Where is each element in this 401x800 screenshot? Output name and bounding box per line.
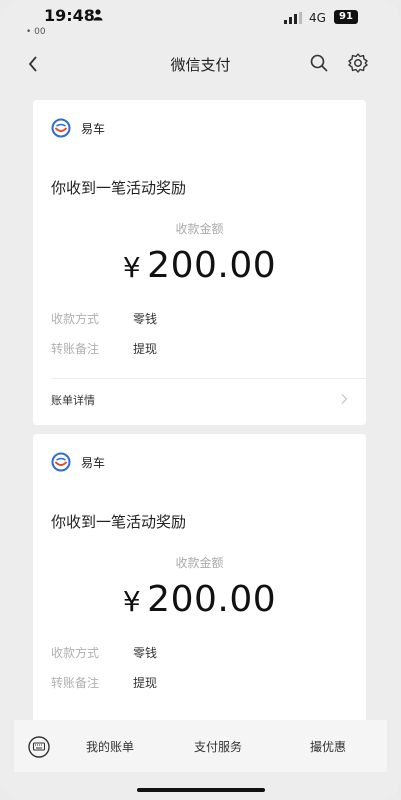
merchant-logo-icon	[51, 452, 71, 472]
status-bar: 19:48 • 00 4G 91	[0, 0, 401, 42]
amount-label: 收款金额	[175, 222, 224, 236]
home-indicator[interactable]	[137, 788, 265, 792]
signal-icon	[284, 12, 302, 24]
detail-row-note: 转账备注 提现	[51, 340, 157, 357]
payment-card[interactable]: 易车 你收到一笔活动奖励 收款金额 ¥200.00 收款方式 零钱 转账备注 提现	[33, 434, 366, 724]
page-title: 微信支付	[170, 56, 231, 74]
amount: ¥200.00	[33, 245, 366, 286]
bottom-item-my-bill[interactable]: 我的账单	[86, 738, 134, 755]
search-icon[interactable]	[309, 53, 329, 73]
status-time: 19:48	[44, 6, 95, 25]
detail-value: 零钱	[133, 646, 158, 660]
detail-key: 收款方式	[51, 312, 100, 326]
divider	[51, 378, 366, 379]
detail-row-method: 收款方式 零钱	[51, 644, 157, 661]
payment-card[interactable]: 易车 你收到一笔活动奖励 收款金额 ¥200.00 收款方式 零钱 转账备注 提现 …	[33, 100, 366, 425]
currency-symbol: ¥	[122, 585, 142, 618]
merchant-logo-icon	[51, 118, 71, 138]
detail-row-note: 转账备注 提现	[51, 674, 157, 691]
phone-screen: 19:48 • 00 4G 91 微信支付 易车 你收到一笔活动奖励 收款金额 …	[0, 0, 401, 800]
detail-key: 转账备注	[51, 676, 100, 690]
amount-value: 200.00	[147, 245, 277, 286]
card-title: 你收到一笔活动奖励	[51, 179, 187, 197]
detail-value: 提现	[133, 676, 158, 690]
merchant-name: 易车	[81, 122, 106, 136]
keyboard-icon[interactable]	[28, 736, 50, 758]
nav-bar: 微信支付	[0, 44, 401, 84]
chevron-right-icon[interactable]	[340, 393, 348, 405]
person-icon	[93, 9, 103, 21]
currency-symbol: ¥	[122, 251, 142, 284]
battery-icon: 91	[334, 10, 358, 24]
detail-key: 收款方式	[51, 646, 100, 660]
amount-value: 200.00	[147, 579, 277, 620]
network-type: 4G	[309, 11, 326, 25]
amount: ¥200.00	[33, 579, 366, 620]
detail-key: 转账备注	[51, 342, 100, 356]
merchant-name: 易车	[81, 456, 106, 470]
detail-value: 零钱	[133, 312, 158, 326]
detail-row-method: 收款方式 零钱	[51, 310, 157, 327]
bill-detail-link[interactable]: 账单详情	[51, 392, 95, 408]
gear-icon[interactable]	[347, 52, 369, 74]
status-sub: • 00	[26, 27, 46, 37]
amount-label: 收款金额	[175, 556, 224, 570]
bottom-item-deals[interactable]: 撮优惠	[310, 738, 346, 755]
detail-value: 提现	[133, 342, 158, 356]
card-title: 你收到一笔活动奖励	[51, 513, 187, 531]
bottom-bar: 我的账单 支付服务 撮优惠	[14, 720, 387, 772]
bottom-item-pay-service[interactable]: 支付服务	[194, 738, 242, 755]
